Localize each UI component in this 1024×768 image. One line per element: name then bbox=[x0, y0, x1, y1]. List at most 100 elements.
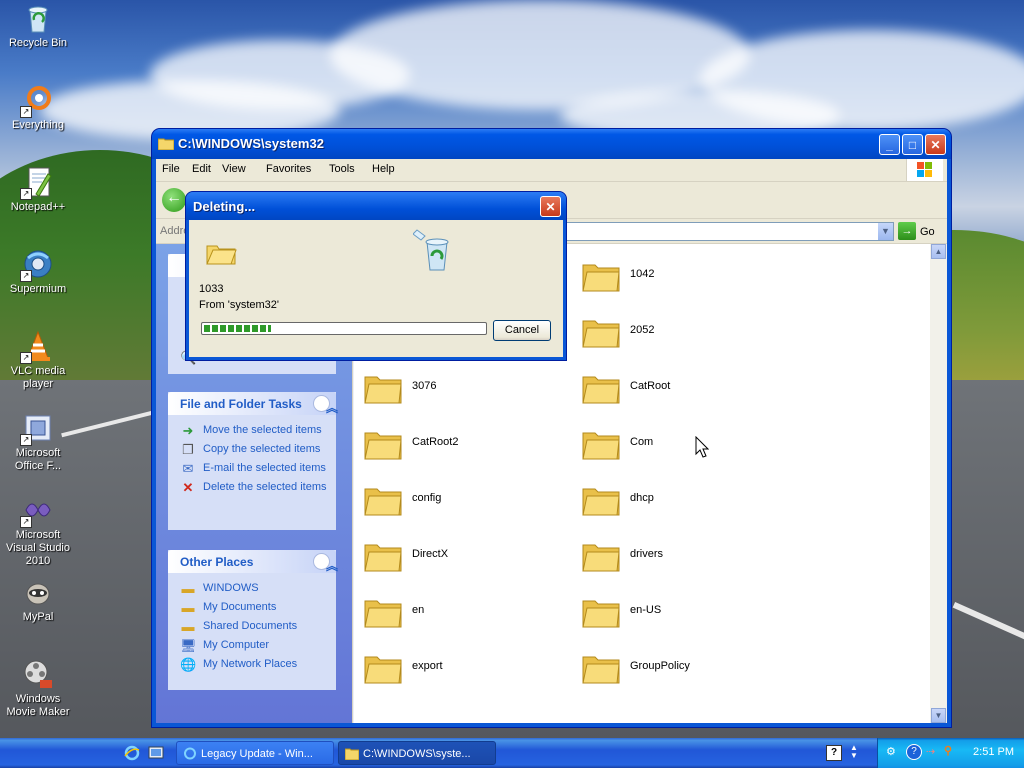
desktop-icon-visual-studio[interactable]: ↗ Microsoft Visual Studio 2010 bbox=[0, 494, 76, 568]
folder-name: Com bbox=[630, 436, 654, 448]
internet-explorer-icon[interactable] bbox=[124, 745, 140, 761]
minimize-button[interactable]: _ bbox=[879, 134, 900, 155]
panel-title: File and Folder Tasks bbox=[180, 397, 302, 411]
chevron-up-icon: ︽ bbox=[326, 559, 339, 573]
desktop-icon-notepadpp[interactable]: ↗ Notepad++ bbox=[0, 166, 76, 214]
folder-item[interactable]: DirectX bbox=[364, 536, 564, 584]
collapse-button[interactable]: ︽ bbox=[313, 395, 338, 415]
place-shared-documents[interactable]: ▬ Shared Documents bbox=[168, 617, 336, 636]
notepadpp-icon: ↗ bbox=[20, 166, 54, 200]
desktop-icon-everything[interactable]: ↗ Everything bbox=[0, 84, 76, 132]
back-button[interactable] bbox=[162, 188, 186, 212]
shortcut-arrow-icon: ↗ bbox=[20, 516, 32, 528]
folder-item[interactable]: 1042 bbox=[582, 256, 782, 304]
maximize-button[interactable]: □ bbox=[902, 134, 923, 155]
explorer-titlebar[interactable]: C:\WINDOWS\system32 _ □ ✕ bbox=[152, 129, 951, 159]
desktop-icon-label: Supermium bbox=[9, 283, 67, 295]
menu-view[interactable]: View bbox=[222, 163, 246, 175]
folder-icon bbox=[364, 656, 402, 684]
help-icon[interactable]: ? bbox=[826, 745, 842, 761]
folder-item[interactable]: 2052 bbox=[582, 312, 782, 360]
vlc-cone-icon: ↗ bbox=[20, 330, 54, 364]
desktop-icon-mypal[interactable]: MyPal bbox=[0, 576, 76, 624]
folder-item[interactable]: dhcp bbox=[582, 480, 782, 528]
recycle-bin-icon bbox=[413, 229, 449, 271]
panel-header[interactable]: Other Places ︽ bbox=[168, 550, 338, 573]
dialog-close-button[interactable]: ✕ bbox=[540, 196, 561, 217]
folder-item[interactable]: export bbox=[364, 648, 564, 696]
place-windows[interactable]: ▬ WINDOWS bbox=[168, 579, 336, 598]
folder-icon bbox=[364, 600, 402, 628]
dialog-titlebar[interactable]: Deleting... ✕ bbox=[186, 192, 566, 220]
address-dropdown-button[interactable]: ▼ bbox=[878, 223, 893, 240]
folder-name: drivers bbox=[630, 548, 664, 560]
taskbar-button-legacy-update[interactable]: Legacy Update - Win... bbox=[176, 741, 334, 765]
folder-item[interactable]: config bbox=[364, 480, 564, 528]
shortcut-arrow-icon: ↗ bbox=[20, 434, 32, 446]
copy-task[interactable]: ❐ Copy the selected items bbox=[168, 440, 336, 459]
folder-name: config bbox=[412, 492, 442, 504]
deleting-dialog: Deleting... ✕ 1033 From 'system32' Cance… bbox=[186, 192, 566, 360]
close-button[interactable]: ✕ bbox=[925, 134, 946, 155]
menu-favorites[interactable]: Favorites bbox=[266, 163, 311, 175]
menu-edit[interactable]: Edit bbox=[192, 163, 211, 175]
cancel-button[interactable]: Cancel bbox=[493, 320, 551, 341]
dialog-body: 1033 From 'system32' Cancel bbox=[189, 220, 563, 357]
place-my-computer[interactable]: 🖥 My Computer bbox=[168, 636, 336, 655]
arrow-tray-icon[interactable]: ⇢ bbox=[926, 745, 935, 758]
collapse-button[interactable]: ︽ bbox=[313, 553, 338, 573]
menu-file[interactable]: File bbox=[162, 163, 180, 175]
folder-item[interactable]: CatRoot bbox=[582, 368, 782, 416]
other-places-panel: Other Places ︽ ▬ WINDOWS ▬ My Documents ▬ S… bbox=[168, 550, 338, 690]
network-tray-icon[interactable]: ⚙ bbox=[886, 745, 896, 758]
chevron-toggle-icon[interactable]: ▲ ▼ bbox=[850, 744, 858, 760]
desktop-icon-movie-maker[interactable]: Windows Movie Maker bbox=[0, 658, 76, 719]
desktop-icon-supermium[interactable]: ↗ Supermium bbox=[0, 248, 76, 296]
folder-icon bbox=[158, 138, 174, 150]
go-label[interactable]: Go bbox=[920, 226, 935, 238]
delete-task[interactable]: ✕ Delete the selected items bbox=[168, 478, 336, 497]
shortcut-arrow-icon: ↗ bbox=[20, 352, 32, 364]
clock[interactable]: 2:51 PM bbox=[973, 746, 1014, 758]
move-task[interactable]: ➜ Move the selected items bbox=[168, 421, 336, 440]
place-my-network[interactable]: 🌐 My Network Places bbox=[168, 655, 336, 674]
folder-item[interactable]: CatRoot2 bbox=[364, 424, 564, 472]
move-icon: ➜ bbox=[182, 423, 194, 438]
place-label: My Network Places bbox=[203, 658, 298, 670]
taskbar-button-label: C:\WINDOWS\syste... bbox=[363, 748, 471, 760]
panel-title: Other Places bbox=[180, 555, 254, 569]
folder-icon bbox=[582, 600, 620, 628]
scroll-down-button[interactable]: ▼ bbox=[931, 708, 946, 723]
go-button[interactable]: → bbox=[898, 222, 916, 240]
taskbar-button-explorer[interactable]: C:\WINDOWS\syste... bbox=[338, 741, 496, 765]
desktop-icon-vlc[interactable]: ↗ VLC media player bbox=[0, 330, 76, 391]
show-desktop-icon[interactable] bbox=[148, 745, 164, 761]
email-task[interactable]: ✉ E-mail the selected items bbox=[168, 459, 336, 478]
panel-header[interactable]: File and Folder Tasks ︽ bbox=[168, 392, 338, 415]
shortcut-arrow-icon: ↗ bbox=[20, 188, 32, 200]
delete-icon: ✕ bbox=[182, 480, 194, 495]
scroll-up-button[interactable]: ▲ bbox=[931, 244, 946, 259]
shortcut-arrow-icon: ↗ bbox=[20, 270, 32, 282]
menu-help[interactable]: Help bbox=[372, 163, 395, 175]
folder-item[interactable]: en-US bbox=[582, 592, 782, 640]
help-tray-icon[interactable]: ? bbox=[906, 744, 922, 760]
folder-item[interactable]: en bbox=[364, 592, 564, 640]
everything-tray-icon[interactable]: ⚲ bbox=[944, 744, 952, 757]
folder-item[interactable]: Com bbox=[582, 424, 782, 472]
content-scrollbar[interactable]: ▲ ▼ bbox=[930, 244, 947, 723]
folder-name: GroupPolicy bbox=[630, 660, 690, 672]
menu-tools[interactable]: Tools bbox=[329, 163, 355, 175]
close-icon: ✕ bbox=[930, 138, 941, 152]
folder-item[interactable]: drivers bbox=[582, 536, 782, 584]
folder-name: dhcp bbox=[630, 492, 654, 504]
folder-icon bbox=[582, 656, 620, 684]
folder-item[interactable]: GroupPolicy bbox=[582, 648, 782, 696]
place-my-documents[interactable]: ▬ My Documents bbox=[168, 598, 336, 617]
desktop-icon-office[interactable]: ↗ Microsoft Office F... bbox=[0, 412, 76, 473]
desktop-icon-label: MyPal bbox=[22, 611, 54, 623]
folder-item[interactable]: 3076 bbox=[364, 368, 564, 416]
folder-icon bbox=[582, 544, 620, 572]
desktop-icon-recycle-bin[interactable]: Recycle Bin bbox=[0, 2, 76, 50]
go-arrow-icon: → bbox=[901, 225, 913, 237]
